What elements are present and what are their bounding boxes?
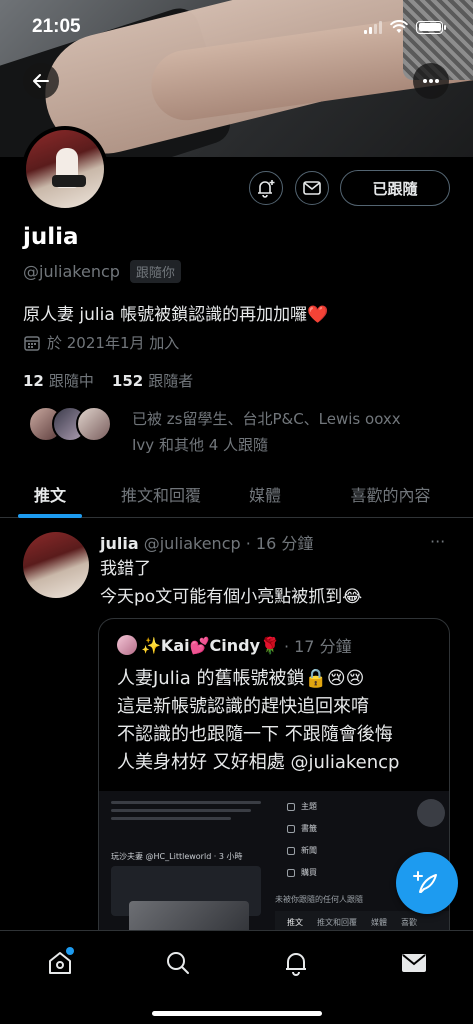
- profile-avatar[interactable]: [22, 126, 108, 212]
- tweet-avatar[interactable]: [23, 532, 89, 598]
- battery-icon: [416, 20, 446, 34]
- image-menu-item: 書籤: [301, 824, 317, 833]
- image-menu-item: 購買: [301, 868, 317, 877]
- nav-search[interactable]: [158, 943, 198, 983]
- calendar-icon: [24, 335, 40, 351]
- image-user-line: 玩沙夫妻 @HC_Littleworld · 3 小時: [111, 852, 243, 861]
- profile-handle: @juliakencp: [23, 262, 120, 281]
- status-bar: 21:05: [0, 0, 473, 54]
- tab-media[interactable]: 媒體: [222, 470, 308, 518]
- followed-by-text: Ivy 和其他 4 人跟隨: [132, 436, 269, 454]
- follows-you-badge: 跟隨你: [129, 260, 181, 283]
- quoted-text: 不認識的也跟隨一下 不跟隨會後悔: [117, 724, 393, 745]
- nav-messages[interactable]: [394, 943, 434, 983]
- tab-tweets-and-replies[interactable]: 推文和回覆: [100, 470, 222, 518]
- followers-you-know[interactable]: 已被 zs留學生、台北P&C、Lewis ooxx Ivy 和其他 4 人跟隨: [28, 406, 401, 454]
- profile-page: 21:05 已跟隨 julia @juliakencp 跟隨你 原人妻 juli…: [0, 0, 473, 1024]
- profile-bio: 原人妻 julia 帳號被鎖認識的再加加囉❤️: [23, 305, 329, 325]
- more-dots-icon: [423, 79, 439, 83]
- quoted-author-name: ✨Kai💕Cindy🌹: [141, 635, 280, 655]
- home-indicator: [152, 1011, 322, 1016]
- bell-icon: [286, 953, 306, 976]
- notification-dot: [66, 947, 74, 955]
- bottom-navigation: [0, 930, 473, 1024]
- search-icon: [167, 952, 189, 974]
- tweet-more-button[interactable]: ···: [430, 532, 445, 551]
- following-button[interactable]: 已跟隨: [340, 170, 450, 206]
- tweet-text: 今天po文可能有個小亮點被抓到😂: [100, 587, 363, 607]
- tab-likes[interactable]: 喜歡的內容: [308, 470, 473, 518]
- tweet-text: 我錯了: [100, 559, 151, 579]
- more-options-button[interactable]: [413, 63, 449, 99]
- quoted-text: 人妻Julia 的舊帳號被鎖🔒😢😢: [117, 668, 365, 689]
- envelope-icon: [303, 181, 321, 195]
- arrow-left-icon: [33, 74, 49, 88]
- back-button[interactable]: [23, 63, 59, 99]
- quoted-media-image[interactable]: 主題 書籤 新聞 購買 玩沙夫妻 @HC_Littleworld · 3 小時 …: [99, 791, 449, 947]
- profile-tabs: 推文 推文和回覆 媒體 喜歡的內容: [0, 470, 473, 518]
- tab-tweets[interactable]: 推文: [0, 470, 100, 518]
- tweet-meta: @juliakencp · 16 分鐘: [143, 534, 314, 553]
- followed-by-text: 已被 zs留學生、台北P&C、Lewis ooxx: [132, 410, 401, 428]
- notifications-subscribe-button[interactable]: [249, 171, 283, 205]
- image-tab: 推文和回覆: [317, 917, 357, 927]
- tweet-author-name[interactable]: julia: [100, 534, 139, 553]
- joined-date: 於 2021年1月 加入: [47, 334, 180, 352]
- bell-plus-icon: [258, 180, 275, 198]
- quoted-text: 人美身材好 又好相處 @juliakencp: [117, 752, 400, 773]
- nav-home[interactable]: [40, 943, 80, 983]
- image-caption: 未被你跟隨的任何人跟隨: [275, 895, 363, 904]
- image-tab: 喜歡: [401, 917, 417, 927]
- quoted-text: 這是新帳號認識的趕快追回來唷: [117, 696, 369, 717]
- image-menu-item: 主題: [301, 802, 317, 811]
- profile-name: julia: [23, 224, 79, 250]
- status-time: 21:05: [32, 16, 81, 37]
- wifi-icon: [390, 20, 408, 33]
- avatar: [117, 635, 137, 655]
- image-tab: 媒體: [371, 917, 387, 927]
- quoted-meta: · 17 分鐘: [283, 637, 352, 656]
- following-count-link[interactable]: 12 跟隨中: [23, 370, 94, 391]
- followers-count-link[interactable]: 152 跟隨者: [112, 370, 193, 391]
- image-menu-item: 新聞: [301, 846, 317, 855]
- message-button[interactable]: [295, 171, 329, 205]
- feather-plus-icon: [413, 871, 437, 893]
- nav-notifications[interactable]: [276, 943, 316, 983]
- compose-tweet-button[interactable]: [396, 852, 458, 914]
- image-tab: 推文: [287, 917, 303, 927]
- envelope-icon: [402, 954, 426, 972]
- quoted-tweet[interactable]: ✨Kai💕Cindy🌹 · 17 分鐘 人妻Julia 的舊帳號被鎖🔒😢😢 這是…: [98, 618, 450, 948]
- avatar: [76, 406, 112, 442]
- cellular-signal-icon: [364, 20, 382, 34]
